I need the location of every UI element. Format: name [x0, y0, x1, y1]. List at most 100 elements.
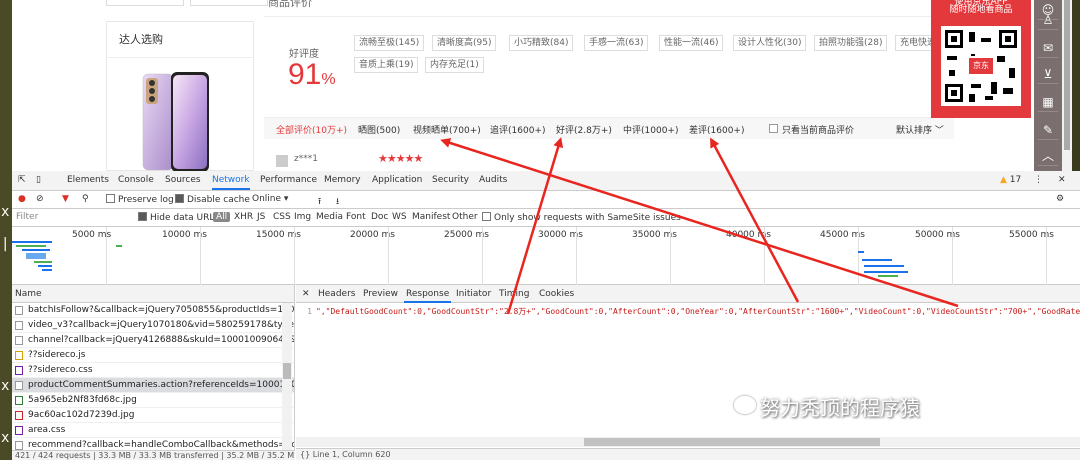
tab-console[interactable]: Console [118, 175, 154, 185]
request-row[interactable]: ??sidereco.css [12, 363, 294, 378]
tab-cookies[interactable]: Cookies [539, 289, 574, 299]
top-button[interactable] [106, 0, 184, 6]
current-only-checkbox[interactable] [769, 124, 778, 133]
app-qr-promo[interactable]: 使用京东APP 随时随地看商品 京东 [931, 0, 1031, 118]
request-name: channel?callback=jQuery4126888&skuId=100… [28, 335, 294, 345]
hide-data-urls-toggle[interactable]: Hide data URLs [138, 212, 219, 223]
grid-icon[interactable]: ▦ [1038, 92, 1058, 112]
type-media[interactable]: Media [316, 212, 343, 222]
list-scrollbar[interactable] [282, 303, 292, 451]
tab-preview[interactable]: Preview [363, 289, 398, 299]
sort-dropdown[interactable]: 默认排序 ﹀ [896, 123, 944, 136]
filter-negative[interactable]: 差评(1600+) [689, 123, 744, 136]
preserve-log-checkbox[interactable] [106, 194, 115, 203]
comment-tag[interactable]: 性能一流(46) [659, 35, 724, 51]
more-icon[interactable]: ⋮ [1034, 175, 1043, 185]
network-timeline[interactable]: 5000 ms 10000 ms 15000 ms 20000 ms 25000… [12, 227, 1080, 285]
filter-input[interactable]: Filter [16, 212, 38, 222]
hscroll-thumb[interactable] [584, 438, 880, 446]
tab-timing[interactable]: Timing [499, 289, 529, 299]
samesite-toggle[interactable]: Only show requests with SameSite issues [482, 212, 681, 223]
close-detail-icon[interactable]: ✕ [302, 289, 310, 299]
tab-audits[interactable]: Audits [479, 175, 507, 185]
disable-cache-checkbox[interactable] [175, 194, 184, 203]
request-row[interactable]: 5a965eb2Nf83fd68c.jpg [12, 393, 294, 408]
download-icon[interactable]: ⭳ [336, 194, 339, 210]
type-font[interactable]: Font [346, 212, 366, 222]
request-row[interactable]: video_v3?callback=jQuery1070180&vid=5802… [12, 318, 294, 333]
tab-response[interactable]: Response [403, 289, 452, 303]
warning-count[interactable]: ▲ 17 [1000, 175, 1021, 185]
request-row[interactable]: 9ac60ac102d7239d.jpg [12, 408, 294, 423]
message-icon[interactable]: ✉ [1038, 38, 1058, 58]
hide-data-urls-checkbox[interactable] [138, 212, 147, 221]
upload-icon[interactable]: ⭱ [318, 194, 321, 210]
tab-performance[interactable]: Performance [260, 175, 317, 185]
tab-security[interactable]: Security [432, 175, 469, 185]
edit-icon[interactable]: ✎ [1038, 120, 1058, 140]
file-icon [15, 306, 23, 315]
response-body[interactable]: 1 ","DefaultGoodCount":0,"GoodCountStr":"… [296, 306, 1080, 317]
type-other[interactable]: Other [452, 212, 478, 222]
filter-followup[interactable]: 追评(1600+) [490, 123, 545, 136]
comment-tag[interactable]: 设计人性化(30) [733, 35, 807, 51]
tab-headers[interactable]: Headers [318, 289, 355, 299]
comment-tag[interactable]: 手感一流(63) [584, 35, 649, 51]
tab-elements[interactable]: Elements [67, 175, 109, 185]
type-css[interactable]: CSS [273, 212, 291, 222]
type-xhr[interactable]: XHR [234, 212, 253, 222]
comment-tag[interactable]: 小巧精致(84) [509, 35, 574, 51]
top-button[interactable] [190, 0, 268, 6]
type-ws[interactable]: WS [392, 212, 407, 222]
tab-initiator[interactable]: Initiator [456, 289, 491, 299]
tab-memory[interactable]: Memory [324, 175, 361, 185]
comment-tag[interactable]: 拍照功能强(28) [814, 35, 888, 51]
phone-product-image[interactable] [137, 70, 215, 171]
disable-cache-toggle[interactable]: Disable cache [175, 194, 250, 205]
clear-icon[interactable]: ⊘ [36, 194, 44, 204]
type-doc[interactable]: Doc [371, 212, 388, 222]
cart-icon[interactable]: ⊻ [1038, 64, 1058, 84]
request-row[interactable]: ??sidereco.js [12, 348, 294, 363]
throttle-select[interactable]: Online ▾ [252, 194, 288, 204]
samesite-checkbox[interactable] [482, 212, 491, 221]
request-row[interactable]: area.css [12, 423, 294, 438]
list-scroll-thumb[interactable] [283, 363, 291, 379]
filter-positive[interactable]: 好评(2.8万+) [556, 123, 612, 136]
comment-tag[interactable]: 流畅至极(145) [354, 35, 425, 51]
close-icon[interactable]: ✕ [1058, 175, 1066, 185]
filter-video[interactable]: 视频晒单(700+) [413, 123, 481, 136]
comment-tag[interactable]: 内存充足(1) [425, 57, 484, 73]
tab-application[interactable]: Application [372, 175, 422, 185]
request-list: Name batchIsFollow?&callback=jQuery70508… [12, 285, 295, 460]
gear-icon[interactable]: ⚙ [1056, 194, 1064, 204]
inspect-icon[interactable]: ⇱ [18, 175, 26, 185]
preserve-log-toggle[interactable]: Preserve log [106, 194, 174, 205]
back-to-top-icon[interactable]: ︿ [1038, 146, 1058, 166]
tab-sources[interactable]: Sources [165, 175, 201, 185]
comment-tag[interactable]: 清晰度高(95) [432, 35, 497, 51]
request-row[interactable]: batchIsFollow?&callback=jQuery7050855&pr… [12, 303, 294, 318]
request-row-selected[interactable]: productCommentSummaries.action?reference… [12, 378, 294, 393]
line-number: 1 [307, 307, 312, 316]
filter-all[interactable]: 全部评价(10万+) [276, 123, 347, 136]
filter-photos[interactable]: 晒图(500) [358, 123, 400, 136]
type-manifest[interactable]: Manifest [412, 212, 450, 222]
name-column-header[interactable]: Name [12, 285, 294, 303]
type-js[interactable]: JS [257, 212, 265, 222]
device-toggle-icon[interactable]: ▯ [36, 175, 41, 185]
filter-icon[interactable]: ▼ [62, 194, 69, 204]
search-icon[interactable]: ⚲ [82, 194, 89, 204]
record-icon[interactable]: ● [18, 194, 26, 204]
request-row[interactable]: channel?callback=jQuery4126888&skuId=100… [12, 333, 294, 348]
response-hscrollbar[interactable] [296, 437, 1080, 447]
scroll-thumb[interactable] [1064, 0, 1070, 150]
filter-neutral[interactable]: 中评(1000+) [623, 123, 678, 136]
response-line: ","DefaultGoodCount":0,"GoodCountStr":"2… [316, 307, 1080, 316]
tab-network[interactable]: Network [212, 175, 250, 190]
profile-icon[interactable]: ♙ [1038, 10, 1058, 30]
page-scrollbar[interactable] [1062, 0, 1072, 171]
type-all[interactable]: All [213, 212, 231, 222]
comment-tag[interactable]: 音质上乘(19) [354, 57, 419, 73]
type-img[interactable]: Img [294, 212, 311, 222]
